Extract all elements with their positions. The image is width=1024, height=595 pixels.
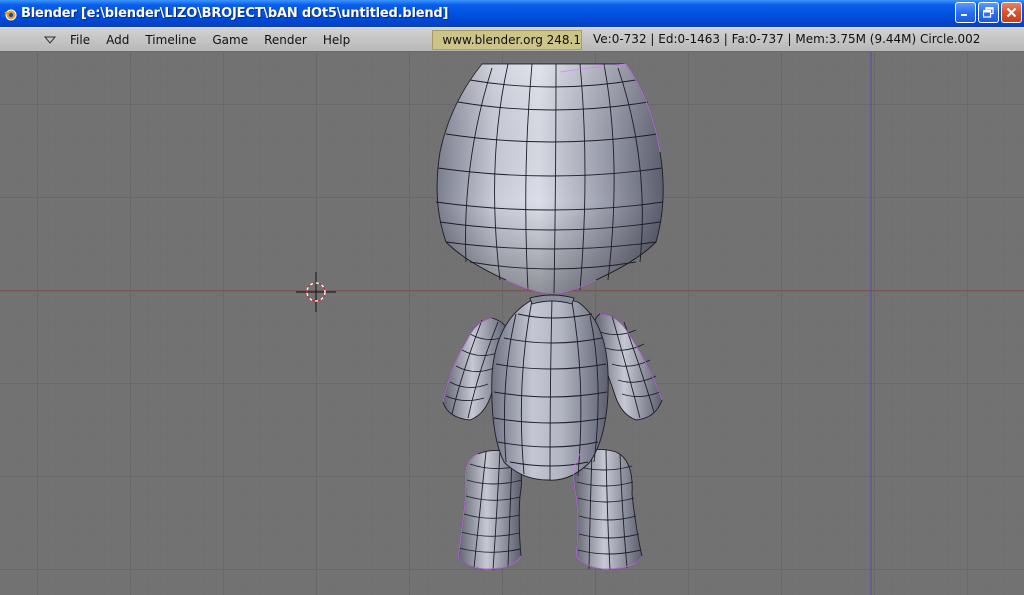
torso[interactable] (491, 297, 609, 481)
minimize-button[interactable] (955, 2, 976, 23)
menu-render[interactable]: Render (256, 29, 315, 51)
version-text: www.blender.org 248.1 (442, 33, 581, 47)
menu-add[interactable]: Add (98, 29, 137, 51)
head[interactable] (435, 63, 664, 295)
menu-help[interactable]: Help (315, 29, 358, 51)
menu-collapse-toggle[interactable] (44, 34, 58, 46)
menu-game[interactable]: Game (204, 29, 256, 51)
restore-button[interactable] (978, 2, 999, 23)
menu-timeline[interactable]: Timeline (137, 29, 204, 51)
viewport-canvas[interactable] (0, 52, 1024, 595)
menu-file[interactable]: File (66, 29, 98, 51)
close-icon (1006, 7, 1017, 18)
minimize-icon (961, 14, 967, 16)
triangle-down-icon (44, 36, 56, 44)
window-title: Blender [e:\blender\LIZO\BROJECT\bAN dOt… (21, 6, 449, 21)
window-title-bar[interactable]: Blender [e:\blender\LIZO\BROJECT\bAN dOt… (0, 0, 1024, 27)
info-header: File Add Timeline Game Render Help www.b… (0, 27, 1024, 52)
scene-stats: Ve:0-732 | Ed:0-1463 | Fa:0-737 | Mem:3.… (593, 32, 981, 46)
blender-version-badge: www.blender.org 248.1 (432, 30, 582, 50)
blender-logo-icon (3, 7, 17, 21)
restore-icon (983, 7, 994, 18)
3d-viewport[interactable] (0, 52, 1024, 595)
close-button[interactable] (1001, 2, 1022, 23)
